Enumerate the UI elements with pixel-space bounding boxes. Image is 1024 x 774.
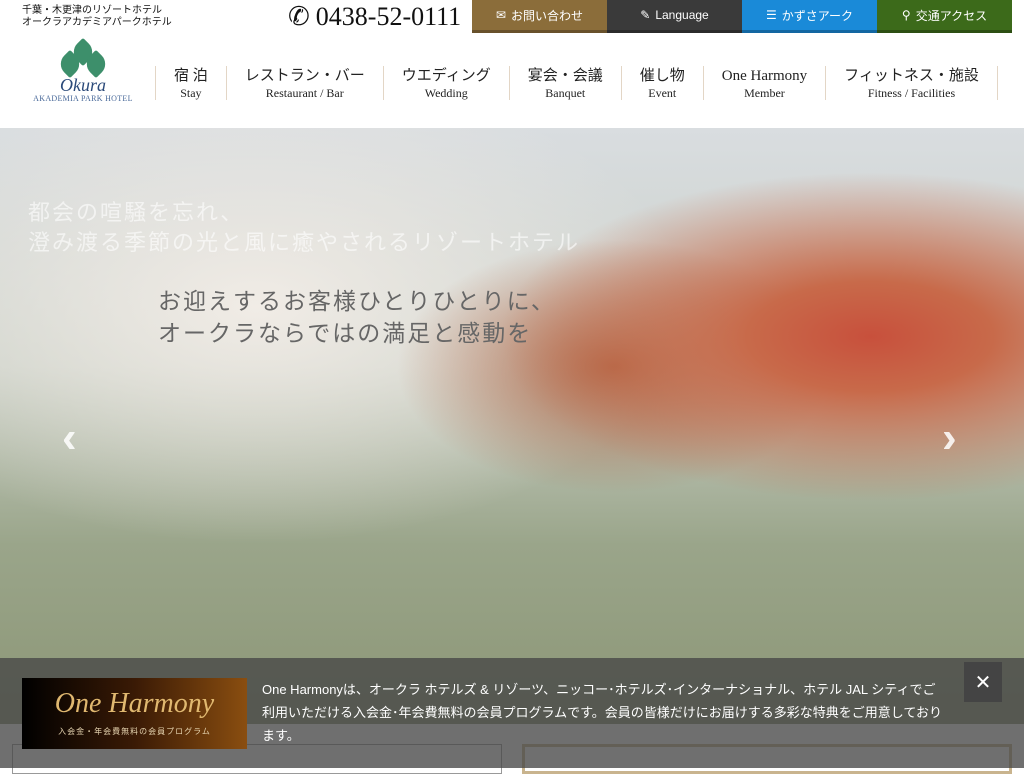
nav-jp: フィットネス・施設 [844, 68, 979, 84]
close-icon[interactable]: ✕ [964, 662, 1002, 702]
pencil-icon: ✎ [640, 8, 651, 22]
nav-jp: 宴会・会議 [527, 68, 603, 84]
nav-jp: One Harmony [721, 68, 808, 84]
nav-jp: 宿 泊 [174, 68, 208, 84]
label: かずさアーク [781, 8, 854, 23]
contact-button[interactable]: ✉ お問い合わせ [472, 0, 607, 33]
main-nav: 宿 泊 Stay レストラン・バー Restaurant / Bar ウエディング W… [155, 66, 998, 100]
logo-mark-icon [55, 37, 111, 79]
kazusa-ark-button[interactable]: ☰ かずさアーク [742, 0, 877, 33]
nav-restaurant[interactable]: レストラン・バー Restaurant / Bar [227, 66, 384, 100]
map-pin-icon: ⚲ [901, 8, 911, 22]
nav-en: Stay [180, 86, 202, 100]
nav-event[interactable]: 催し物 Event [622, 66, 704, 100]
banner-text: One Harmonyは、オークラ ホテルズ & リゾーツ、ニッコー･ホテルズ･… [262, 682, 943, 743]
prev-slide-chevron-left-icon[interactable]: ‹ [62, 413, 77, 463]
nav-en: Restaurant / Bar [265, 86, 344, 100]
logo-name: AKADEMIA PARK HOTEL [33, 94, 133, 103]
nav-en: Member [744, 86, 785, 100]
hero-copy-1: 都会の喧騒を忘れ、澄み渡る季節の光と風に癒やされるリゾートホテル [28, 198, 580, 258]
copy-line: 都会の喧騒を忘れ、 [28, 200, 245, 225]
nav-en: Wedding [424, 86, 468, 100]
copy-line: 澄み渡る季節の光と風に癒やされるリゾートホテル [28, 230, 581, 255]
nav-banquet[interactable]: 宴会・会議 Banquet [510, 66, 622, 100]
nav-en: Event [648, 86, 677, 100]
label: 交通アクセス [915, 8, 988, 23]
label: Language [655, 8, 709, 22]
tagline-line-2: オークラアカデミアパークホテル [22, 17, 172, 28]
top-buttons: ✉ お問い合わせ ✎ Language ☰ かずさアーク ⚲ 交通アクセス [472, 0, 1012, 33]
nav-member[interactable]: One Harmony Member [704, 66, 827, 100]
hero-copy-2: お迎えするお客様ひとりひとりに、 オークラならではの満足と感動を [158, 286, 556, 350]
nav-fitness[interactable]: フィットネス・施設 Fitness / Facilities [826, 66, 998, 100]
language-button[interactable]: ✎ Language [607, 0, 742, 33]
nav-stay[interactable]: 宿 泊 Stay [155, 66, 227, 100]
phone-icon: ✆ [288, 2, 310, 31]
logo-subtitle: 入会金・年会費無料の会員プログラム [58, 727, 211, 736]
nav-en: Banquet [545, 86, 586, 100]
logo-script: Okura [60, 75, 106, 95]
nav-jp: ウエディング [401, 68, 491, 84]
site-tagline: 千葉・木更津のリゾートホテル オークラアカデミアパークホテル [22, 5, 172, 29]
label: お問い合わせ [511, 8, 584, 23]
hotel-logo[interactable]: Okura AKADEMIA PARK HOTEL [30, 37, 136, 103]
hero-slideshow: 都会の喧騒を忘れ、澄み渡る季節の光と風に癒やされるリゾートホテル お迎えするお客… [0, 128, 1024, 724]
nav-wedding[interactable]: ウエディング Wedding [384, 66, 510, 100]
phone-number[interactable]: ✆ 0438-52-0111 [288, 2, 461, 32]
access-button[interactable]: ⚲ 交通アクセス [877, 0, 1012, 33]
copy-line: オークラならではの満足と感動を [158, 321, 533, 346]
tagline-line-1: 千葉・木更津のリゾートホテル [22, 5, 162, 16]
envelope-icon: ✉ [495, 8, 507, 22]
one-harmony-banner: One Harmony 入会金・年会費無料の会員プログラム One Harmon… [0, 658, 1024, 768]
nav-jp: 催し物 [639, 68, 685, 84]
nav-en: Fitness / Facilities [867, 86, 956, 100]
next-slide-chevron-right-icon[interactable]: › [942, 413, 957, 463]
copy-line: お迎えするお客様ひとりひとりに、 [158, 289, 556, 314]
nav-jp: レストラン・バー [244, 68, 365, 84]
list-icon: ☰ [765, 8, 777, 22]
phone-text: 0438-52-0111 [315, 2, 462, 31]
logo-title: One Harmony [54, 688, 215, 719]
one-harmony-logo[interactable]: One Harmony 入会金・年会費無料の会員プログラム [22, 678, 247, 749]
